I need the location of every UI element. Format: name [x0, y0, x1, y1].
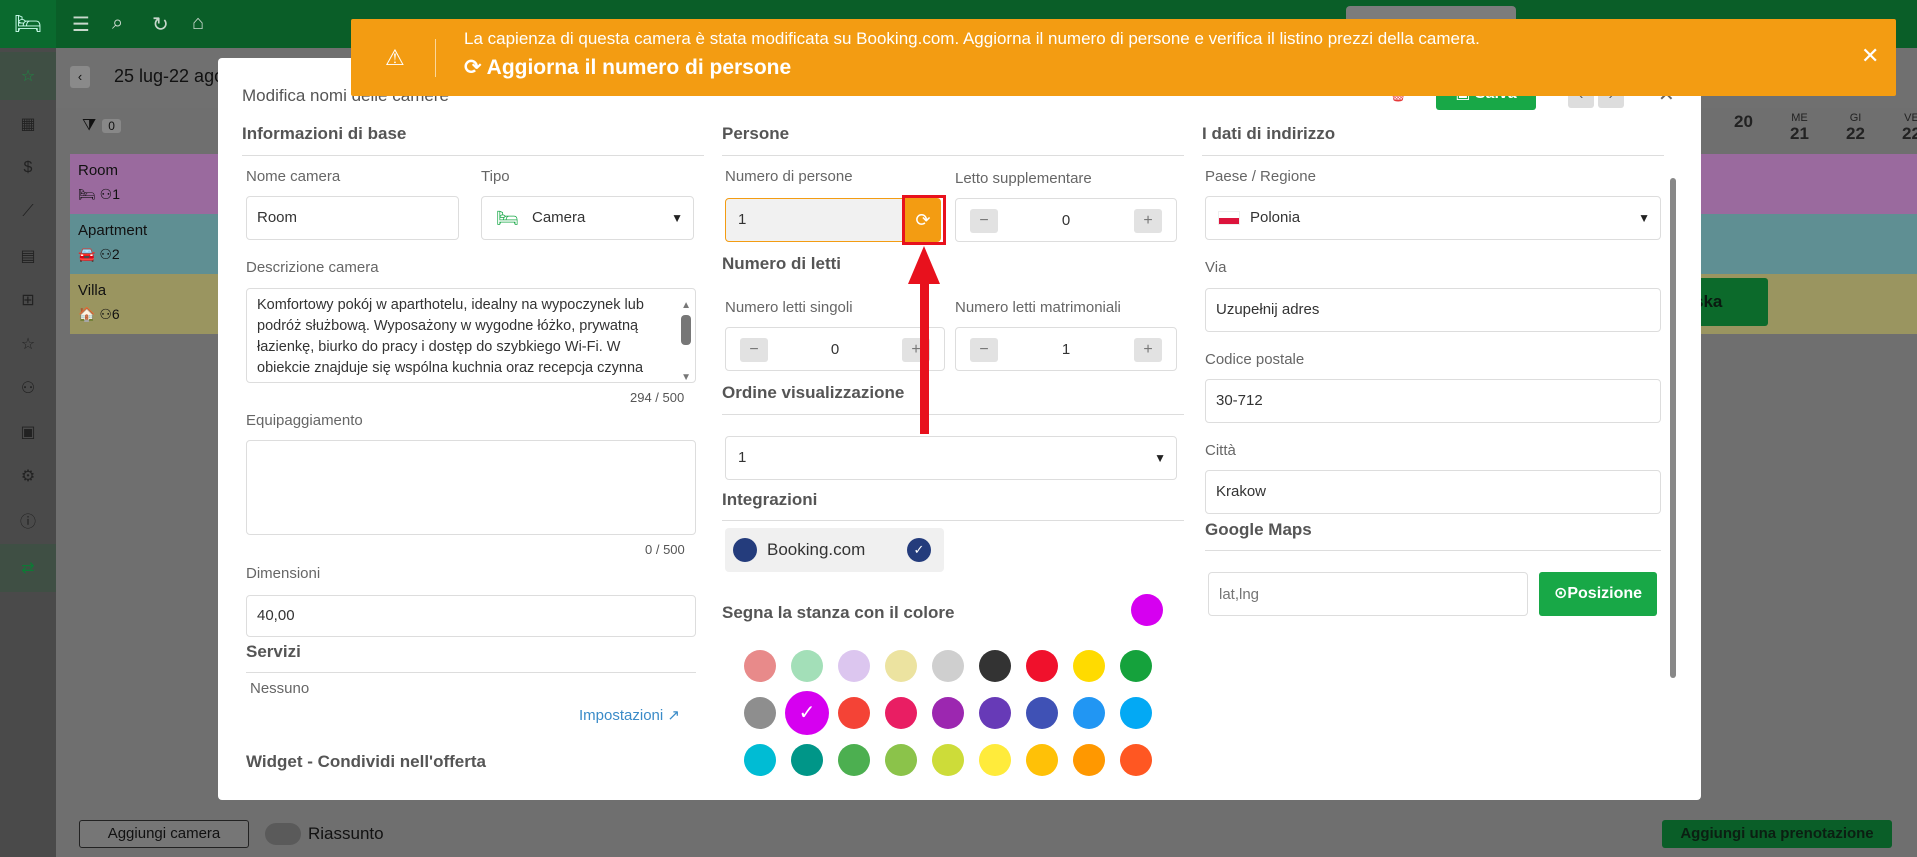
arrow-head [908, 246, 940, 284]
guide-arrow [908, 246, 940, 434]
arrow-shaft [920, 278, 929, 434]
